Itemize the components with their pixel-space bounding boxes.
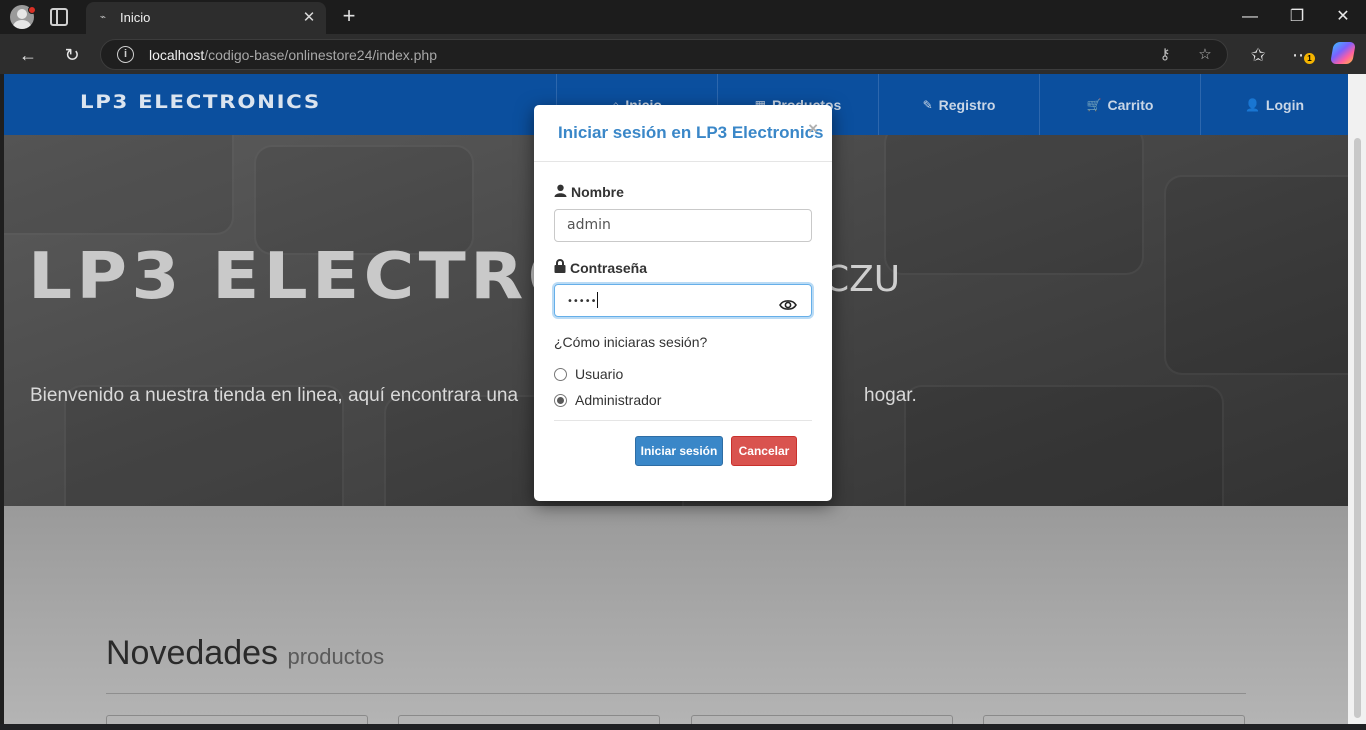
favorite-star-icon[interactable]: ☆ — [1195, 45, 1215, 65]
tab-actions-icon[interactable] — [50, 8, 68, 26]
favicon-icon: ⌁ — [99, 12, 107, 23]
url-path: /codigo-base/onlinestore24/index.php — [204, 47, 437, 63]
modal-divider — [554, 420, 812, 421]
name-label: Nombre — [554, 184, 624, 200]
password-label: Contraseña — [554, 259, 647, 276]
radio-button[interactable] — [554, 367, 567, 381]
password-label-text: Contraseña — [570, 259, 648, 276]
browser-toolbar: ← ↻ i localhost/codigo-base/onlinestore2… — [0, 34, 1366, 74]
window-bottom-edge — [0, 724, 1366, 730]
url-host: localhost — [149, 47, 205, 63]
reload-icon[interactable]: ↻ — [59, 42, 85, 68]
password-key-icon[interactable]: ⚷ — [1155, 45, 1175, 65]
tab-close-icon[interactable]: ✕ — [300, 9, 318, 27]
notification-badge: 1 — [1304, 53, 1315, 64]
radio-usuario[interactable]: Usuario — [554, 366, 623, 382]
page-viewport: LP3 ELECTRONICS ⌂Inicio ▦Productos ✎Regi… — [4, 74, 1348, 724]
radio-label[interactable]: Usuario — [575, 366, 623, 382]
new-tab-button[interactable]: + — [338, 5, 360, 27]
profile-status-icon — [28, 6, 36, 14]
login-modal: Iniciar sesión en LP3 Electronics × Nomb… — [534, 105, 832, 501]
tab-strip: ⌁ Inicio ✕ + — ❐ ✕ — [0, 0, 1366, 34]
radio-button-checked[interactable] — [554, 393, 567, 407]
text-caret — [596, 292, 598, 308]
modal-header: Iniciar sesión en LP3 Electronics × — [534, 105, 832, 162]
minimize-button[interactable]: — — [1235, 5, 1265, 29]
login-button[interactable]: Iniciar sesión — [635, 436, 723, 466]
favorites-icon[interactable]: ✩ — [1245, 42, 1271, 68]
lock-icon — [554, 259, 566, 276]
back-icon[interactable]: ← — [15, 42, 41, 68]
login-type-question: ¿Cómo iniciaras sesión? — [554, 334, 708, 350]
close-window-button[interactable]: ✕ — [1328, 5, 1358, 29]
site-info-icon[interactable]: i — [117, 46, 134, 63]
eye-icon[interactable] — [779, 293, 797, 310]
name-label-text: Nombre — [571, 184, 624, 200]
tab-title: Inicio — [120, 10, 151, 25]
url-text[interactable]: localhost/codigo-base/onlinestore24/inde… — [149, 47, 437, 63]
browser-tab[interactable]: ⌁ Inicio ✕ — [86, 2, 326, 34]
copilot-icon[interactable] — [1330, 42, 1356, 64]
restore-button[interactable]: ❐ — [1282, 5, 1312, 29]
user-icon — [554, 184, 567, 200]
browser-window: ⌁ Inicio ✕ + — ❐ ✕ ← ↻ i localhost/codig… — [0, 0, 1366, 730]
address-bar[interactable]: i localhost/codigo-base/onlinestore24/in… — [100, 39, 1228, 70]
close-icon[interactable]: × — [808, 119, 818, 139]
modal-title: Iniciar sesión en LP3 Electronics — [558, 123, 824, 142]
radio-administrador[interactable]: Administrador — [554, 392, 661, 408]
radio-label[interactable]: Administrador — [575, 392, 661, 408]
password-value: ••••• — [567, 296, 597, 307]
scrollbar-thumb[interactable] — [1354, 138, 1361, 718]
name-field[interactable]: admin — [554, 209, 812, 242]
cancel-button[interactable]: Cancelar — [731, 436, 797, 466]
password-field[interactable]: ••••• — [554, 284, 812, 317]
